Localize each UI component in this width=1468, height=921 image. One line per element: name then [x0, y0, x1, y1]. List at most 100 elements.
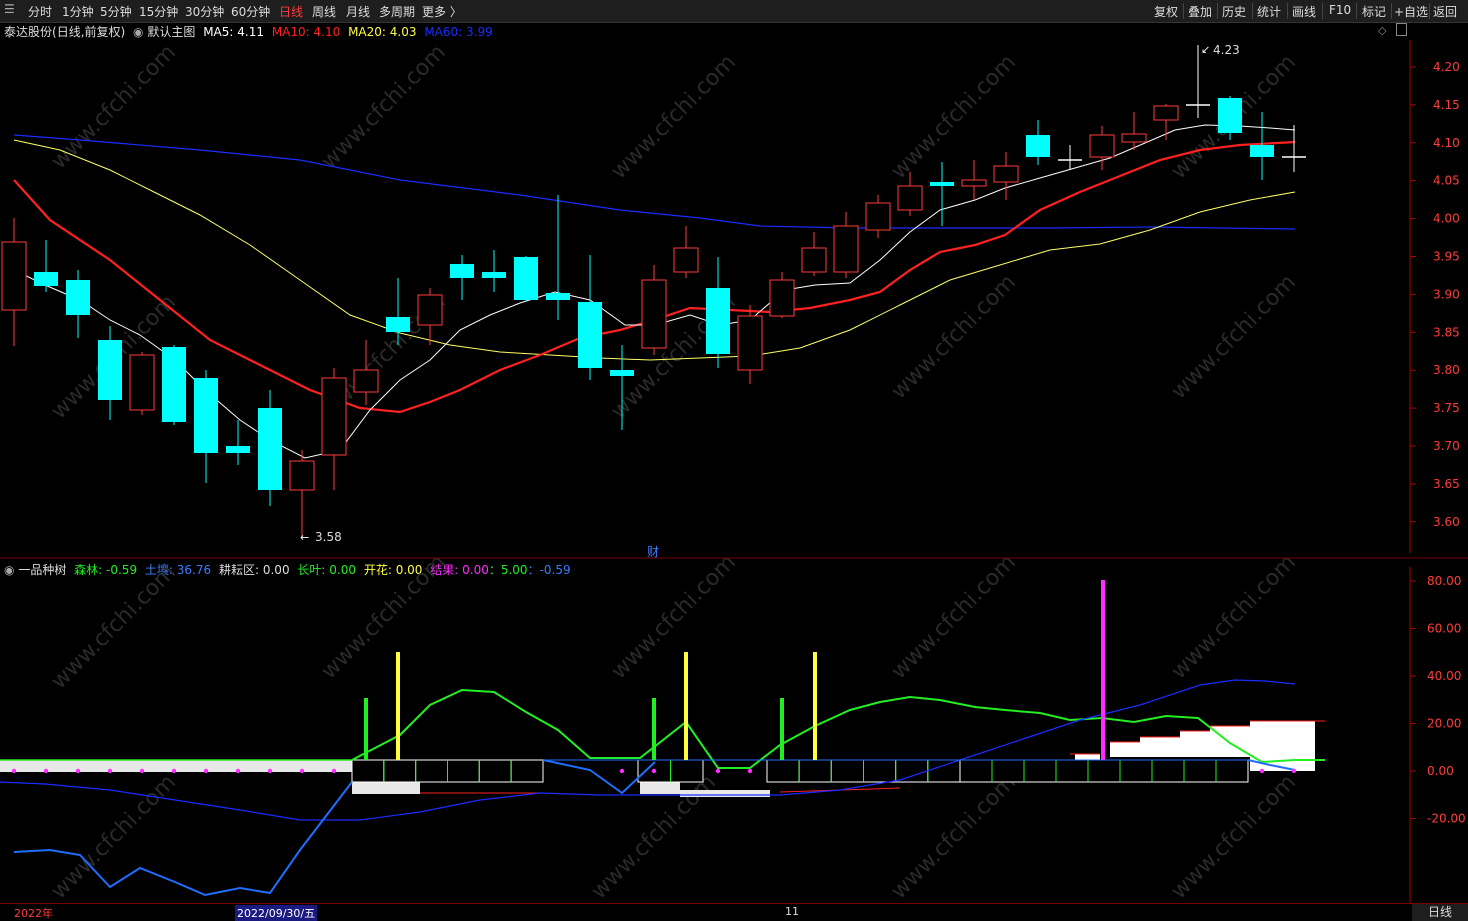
fin-marker: 财 [647, 545, 659, 559]
back-button[interactable]: 返回 [1433, 3, 1457, 20]
ma5-label: MA5: 4.11 [203, 25, 264, 39]
candle [417, 288, 443, 345]
tree-box [766, 759, 800, 783]
candle [129, 352, 155, 415]
price-tick-label: 3.85 [1433, 325, 1460, 339]
ma60-label: MA60: 3.99 [424, 25, 493, 39]
candle-body [417, 294, 443, 326]
tree-box [478, 759, 512, 783]
period-indicator-button[interactable]: 日线 [1412, 904, 1468, 921]
price-tick-label: 4.20 [1433, 60, 1460, 74]
tree-box [959, 759, 993, 783]
ind-tick-label: 60.00 [1427, 622, 1461, 636]
candle [34, 240, 58, 292]
watermark-text: www.cfchi.com [887, 550, 1021, 684]
price-axis: 4.20 4.15 4.10 4.05 4.00 3.95 3.90 3.85 3.80 3.75… [1410, 60, 1460, 529]
candle [1121, 112, 1147, 150]
till-bar [1250, 760, 1315, 770]
ind-extra-2: ：-0.59 [527, 563, 571, 577]
period-tab-3[interactable]: 15分钟 [139, 3, 178, 20]
watermark-text: www.cfchi.com [47, 40, 181, 174]
till-bar [680, 790, 770, 797]
fruit-dot [1259, 768, 1265, 774]
candle-body [993, 165, 1019, 183]
add-watchlist-button[interactable]: +自选 [1394, 3, 1428, 20]
ma20-line [13, 139, 1296, 361]
period-tab-5[interactable]: 60分钟 [231, 3, 270, 20]
candle-body [801, 247, 827, 273]
watermark-text: www.cfchi.com [1167, 270, 1301, 404]
candle-body [129, 354, 155, 411]
indicator-series [0, 580, 1325, 897]
period-tab-2[interactable]: 5分钟 [100, 3, 132, 20]
price-tick-label: 4.10 [1433, 136, 1460, 150]
period-tab-6[interactable]: 日线 [279, 3, 303, 20]
fuquan-button[interactable]: 复权 [1154, 3, 1178, 20]
price-tick-label: 3.70 [1433, 439, 1460, 453]
candle [833, 212, 859, 278]
candle-body [546, 293, 570, 300]
candle [98, 326, 122, 420]
date-label-year: 2022年 [14, 907, 53, 920]
history-button[interactable]: 历史 [1222, 3, 1246, 20]
ind-bloom: 开花: 0.00 [363, 563, 423, 577]
candle-body [34, 272, 58, 286]
tree-box [510, 759, 544, 783]
candle-body [226, 446, 250, 453]
candle-body [1089, 134, 1115, 158]
mark-button[interactable]: 标记 [1362, 3, 1386, 20]
candle-body [514, 257, 538, 300]
candle-body [641, 279, 667, 349]
candle [321, 368, 347, 490]
period-tab-more[interactable]: 更多 〉 [422, 3, 462, 20]
candle [578, 255, 602, 380]
watermark-text: www.cfchi.com [1167, 50, 1301, 184]
candle-body [833, 225, 859, 273]
draw-button[interactable]: 画线 [1292, 3, 1316, 20]
date-axis-bar: 2022年 2022/09/30/五 11 日线 [0, 903, 1468, 921]
watermark-text: www.cfchi.com [47, 770, 181, 904]
candle-body [289, 460, 315, 491]
fruit-dot [267, 768, 273, 774]
period-tab-8[interactable]: 月线 [346, 3, 370, 20]
soil-dip-line [542, 759, 656, 795]
candle-body [66, 280, 90, 315]
window-icon[interactable] [1396, 23, 1407, 36]
price-tick-label: 4.05 [1433, 174, 1460, 188]
indicator-name[interactable]: 一品种树 [18, 563, 66, 577]
tree-box [991, 759, 1025, 783]
candle [673, 226, 699, 278]
period-tab-4[interactable]: 30分钟 [185, 3, 224, 20]
menu-icon[interactable]: ☰ [4, 2, 15, 16]
period-tab-0[interactable]: 分时 [28, 3, 52, 20]
candle-body [1121, 133, 1147, 143]
candle-body [194, 378, 218, 453]
high-arrow: ↙ [1201, 43, 1210, 56]
indicator-dropdown-icon[interactable]: ◉ [4, 563, 14, 577]
candle [162, 345, 186, 425]
stats-button[interactable]: 统计 [1257, 3, 1281, 20]
candle-body [897, 185, 923, 211]
period-tab-7[interactable]: 周线 [312, 3, 336, 20]
soil-line [0, 679, 1296, 821]
candle [1089, 126, 1115, 170]
candle-body [353, 369, 379, 393]
forest-line [351, 688, 1325, 769]
f10-button[interactable]: F10 [1329, 3, 1351, 17]
candle [482, 250, 506, 292]
period-tab-1[interactable]: 1分钟 [62, 3, 94, 20]
tree-box [895, 759, 929, 783]
template-name[interactable]: 默认主图 [147, 25, 195, 39]
candle [610, 345, 634, 430]
period-tab-9[interactable]: 多周期 [379, 3, 415, 20]
tree-box [1087, 759, 1121, 783]
step-bar [1140, 737, 1180, 757]
diamond-icon[interactable]: ◇ [1378, 24, 1386, 37]
tree-box [447, 759, 480, 783]
ind-till: 耕耘区: 0.00 [218, 563, 290, 577]
overlay-button[interactable]: 叠加 [1188, 3, 1212, 20]
candle-body [610, 370, 634, 376]
template-dropdown-icon[interactable]: ◉ [133, 25, 143, 39]
candle-body [1153, 105, 1179, 121]
candle [194, 370, 218, 483]
